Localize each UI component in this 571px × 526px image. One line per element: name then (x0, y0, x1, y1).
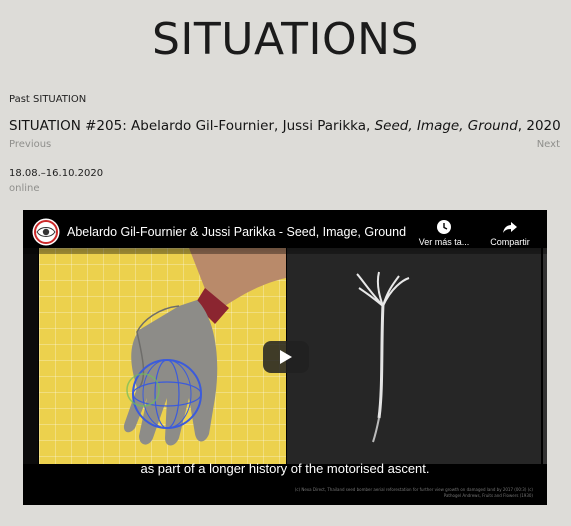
headline-work-title: Seed, Image, Ground (374, 118, 518, 134)
headline-prefix: SITUATION #205: Abelardo Gil-Fournier, J… (9, 118, 375, 134)
watch-later-label: Ver más ta... (418, 237, 470, 247)
share-arrow-icon (503, 222, 517, 233)
video-caption: as part of a longer history of the motor… (140, 461, 430, 476)
video-header: Abelardo Gil-Fournier & Jussi Parikka - … (23, 210, 547, 254)
site-title[interactable]: SITUATIONS (0, 14, 571, 65)
event-location: online (9, 183, 40, 194)
headline-year: 2020 (526, 118, 561, 134)
gloved-hand-illustration (123, 248, 286, 446)
video-frame-seedling (287, 248, 541, 464)
video-frame-edge-right (543, 248, 547, 464)
next-link[interactable]: Next (537, 139, 560, 150)
video-player[interactable]: Abelardo Gil-Fournier & Jussi Parikka - … (23, 210, 547, 505)
video-frame-edge (23, 248, 38, 464)
seedling-illustration (356, 271, 410, 443)
share-button[interactable]: Compartir (475, 219, 545, 247)
watch-later-button[interactable]: Ver más ta... (409, 219, 479, 247)
previous-link[interactable]: Previous (9, 139, 51, 150)
channel-eye-logo-icon[interactable] (32, 218, 60, 246)
play-icon (280, 350, 292, 364)
video-title[interactable]: Abelardo Gil-Fournier & Jussi Parikka - … (67, 225, 406, 239)
event-dates: 18.08.–16.10.2020 (9, 168, 104, 179)
situation-headline: SITUATION #205: Abelardo Gil-Fournier, J… (9, 118, 561, 134)
past-situation-label: Past SITUATION (9, 94, 87, 105)
share-label: Compartir (490, 237, 530, 247)
play-button[interactable] (263, 341, 309, 373)
clock-icon (437, 220, 451, 234)
video-credit: (c) Nexa Direct, Thailand seed bomber ae… (294, 487, 533, 498)
video-frame-hand (39, 248, 286, 464)
